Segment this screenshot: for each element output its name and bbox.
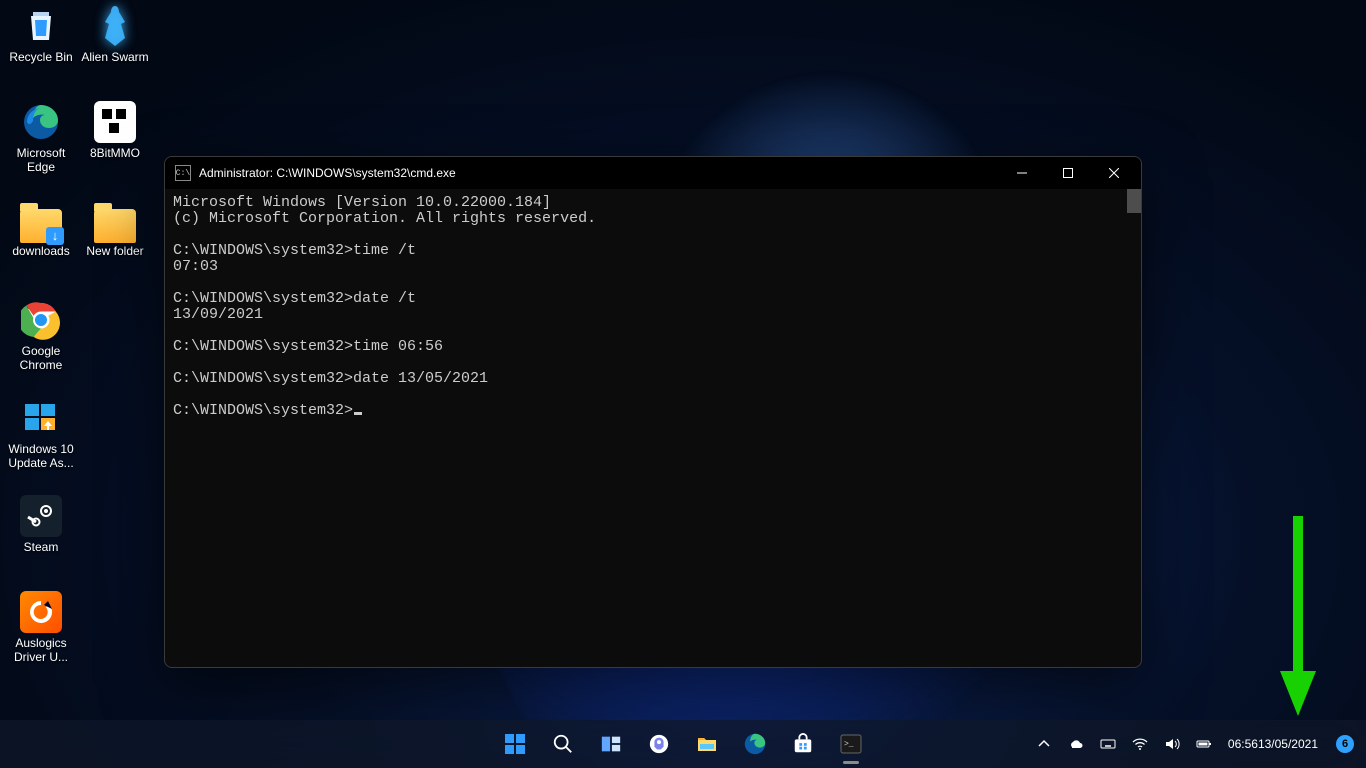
desktop-icon-8bitmmo[interactable]: 8BitMMO — [78, 100, 152, 160]
wifi-icon — [1132, 736, 1148, 752]
tray-volume[interactable] — [1158, 724, 1186, 764]
start-button[interactable] — [493, 722, 537, 766]
task-view-icon — [600, 733, 622, 755]
clock-date: 13/05/2021 — [1258, 737, 1318, 751]
cloud-icon — [1068, 736, 1084, 752]
desktop-icon-label: 8BitMMO — [78, 146, 152, 160]
desktop-icon-chrome[interactable]: Google Chrome — [4, 298, 78, 372]
cmd-title: Administrator: C:\WINDOWS\system32\cmd.e… — [199, 166, 456, 180]
chevron-up-icon — [1036, 736, 1052, 752]
edge-icon — [19, 100, 63, 144]
desktop-icon-alien-swarm[interactable]: Alien Swarm — [78, 4, 152, 64]
desktop-icon-steam[interactable]: Steam — [4, 494, 78, 554]
speaker-icon — [1164, 736, 1180, 752]
desktop-icon-auslogics[interactable]: Auslogics Driver U... — [4, 590, 78, 664]
file-explorer-icon — [695, 732, 719, 756]
search-button[interactable] — [541, 722, 585, 766]
desktop-icon-recycle-bin[interactable]: Recycle Bin — [4, 4, 78, 64]
keyboard-icon — [1100, 736, 1116, 752]
clock-time: 06:56 — [1228, 737, 1258, 751]
desktop-icon-label: Google Chrome — [4, 344, 78, 372]
taskbar: >_ 06:56 13/05/2021 6 — [0, 720, 1366, 768]
maximize-button[interactable] — [1045, 157, 1091, 189]
tray-keyboard[interactable] — [1094, 724, 1122, 764]
folder-icon — [94, 209, 136, 243]
svg-text:>_: >_ — [844, 740, 854, 749]
system-tray: 06:56 13/05/2021 6 — [1030, 720, 1360, 768]
desktop-icon-label: Steam — [4, 540, 78, 554]
desktop-icon-win10-update[interactable]: Windows 10 Update As... — [4, 396, 78, 470]
tray-wifi[interactable] — [1126, 724, 1154, 764]
edge-icon — [743, 732, 767, 756]
auslogics-icon — [20, 591, 62, 633]
desktop-icon-label: New folder — [78, 244, 152, 258]
alien-swarm-icon — [93, 4, 137, 48]
8bitmmo-icon — [94, 101, 136, 143]
desktop-icon-new-folder[interactable]: New folder — [78, 198, 152, 258]
desktop-icon-edge[interactable]: Microsoft Edge — [4, 100, 78, 174]
cmd-taskbar-button[interactable]: >_ — [829, 722, 873, 766]
cmd-icon: C:\ — [175, 165, 191, 181]
steam-icon — [20, 495, 62, 537]
tray-onedrive[interactable] — [1062, 724, 1090, 764]
cmd-window[interactable]: C:\ Administrator: C:\WINDOWS\system32\c… — [164, 156, 1142, 668]
cmd-output: Microsoft Windows [Version 10.0.22000.18… — [173, 194, 596, 419]
edge-taskbar-button[interactable] — [733, 722, 777, 766]
chat-icon — [648, 733, 670, 755]
battery-icon — [1196, 736, 1212, 752]
desktop-icon-label: Windows 10 Update As... — [4, 442, 78, 470]
notification-count: 6 — [1336, 735, 1354, 753]
desktop-icon-downloads[interactable]: downloads — [4, 198, 78, 258]
cmd-scrollbar[interactable] — [1127, 189, 1141, 213]
recycle-bin-icon — [19, 4, 63, 48]
cmd-body[interactable]: Microsoft Windows [Version 10.0.22000.18… — [165, 189, 1141, 667]
windows-logo-icon — [503, 732, 527, 756]
desktop-icon-label: Alien Swarm — [78, 50, 152, 64]
windows-update-icon — [19, 396, 63, 440]
tray-battery[interactable] — [1190, 724, 1218, 764]
search-icon — [552, 733, 574, 755]
taskbar-clock[interactable]: 06:56 13/05/2021 — [1222, 724, 1324, 764]
task-view-button[interactable] — [589, 722, 633, 766]
terminal-icon: >_ — [839, 732, 863, 756]
desktop-icon-label: Auslogics Driver U... — [4, 636, 78, 664]
store-icon — [792, 733, 814, 755]
store-button[interactable] — [781, 722, 825, 766]
desktop-icon-label: Recycle Bin — [4, 50, 78, 64]
close-button[interactable] — [1091, 157, 1137, 189]
cmd-cursor — [354, 412, 362, 415]
cmd-titlebar[interactable]: C:\ Administrator: C:\WINDOWS\system32\c… — [165, 157, 1141, 189]
chat-button[interactable] — [637, 722, 681, 766]
desktop-icon-label: downloads — [4, 244, 78, 258]
tray-overflow-button[interactable] — [1030, 724, 1058, 764]
taskbar-center: >_ — [493, 722, 873, 766]
folder-download-icon — [20, 209, 62, 243]
notifications-button[interactable]: 6 — [1328, 724, 1360, 764]
desktop-icon-label: Microsoft Edge — [4, 146, 78, 174]
file-explorer-button[interactable] — [685, 722, 729, 766]
minimize-button[interactable] — [999, 157, 1045, 189]
chrome-icon — [19, 298, 63, 342]
